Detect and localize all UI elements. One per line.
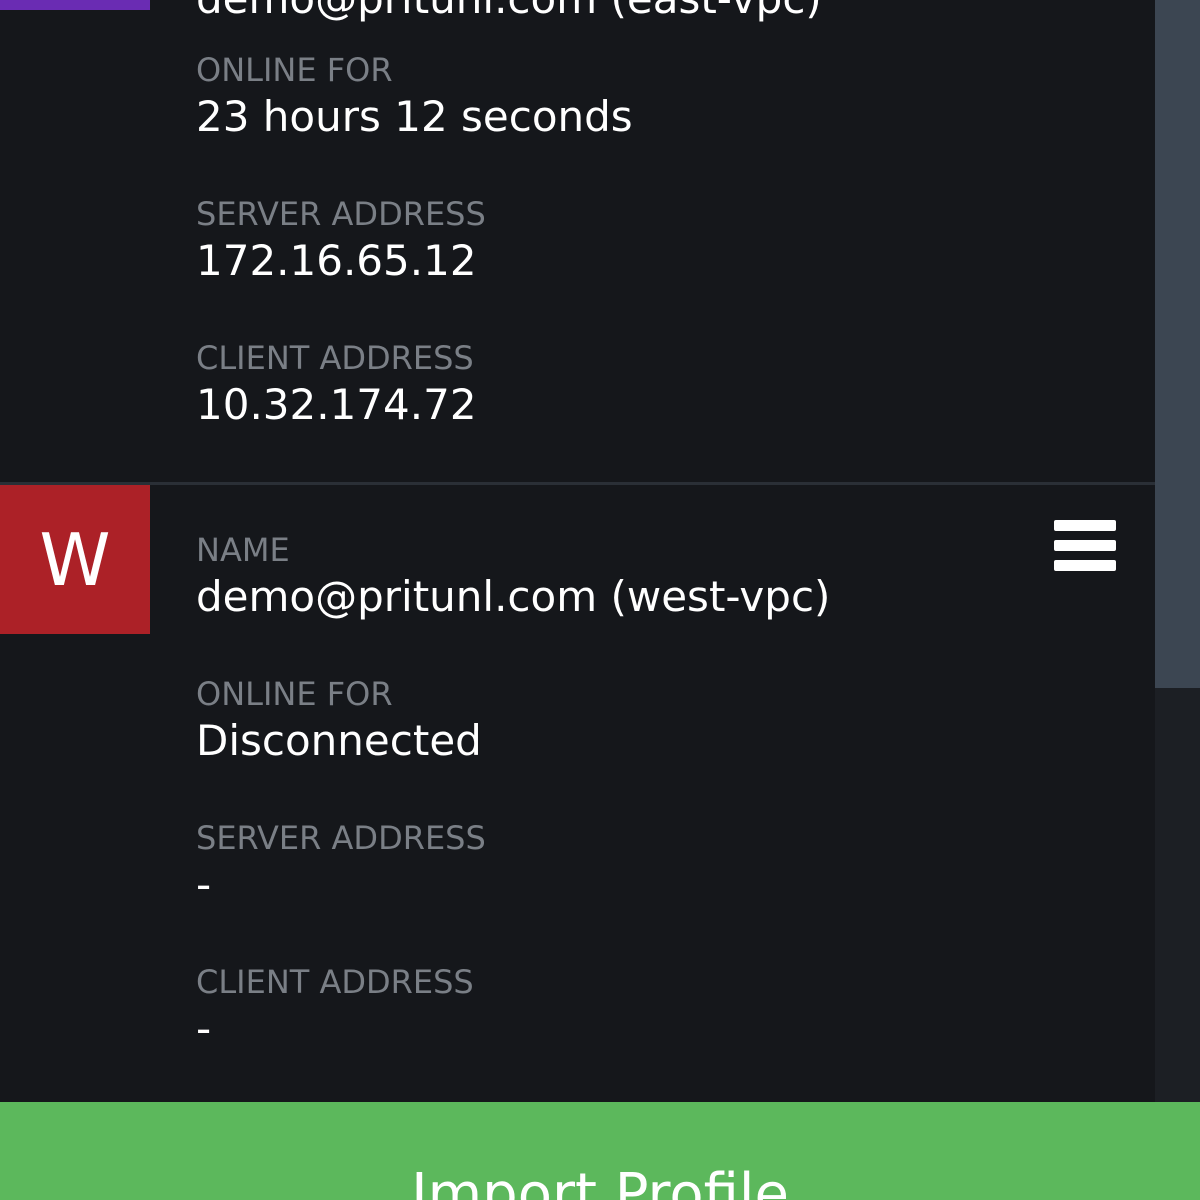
server-address-field: SERVER ADDRESS 172.16.65.12 <box>196 196 486 286</box>
profile-badge <box>0 0 150 10</box>
client-address-value: 10.32.174.72 <box>196 380 477 429</box>
online-for-label: ONLINE FOR <box>196 675 393 713</box>
server-address-field: SERVER ADDRESS - <box>196 820 486 910</box>
profile-name-value: demo@pritunl.com (east-vpc) <box>196 0 822 24</box>
profile-badge: W <box>0 485 150 634</box>
client-address-value: - <box>196 1004 212 1053</box>
online-for-field: ONLINE FOR Disconnected <box>196 676 482 766</box>
server-address-value: - <box>196 860 212 909</box>
server-address-value: 172.16.65.12 <box>196 236 477 285</box>
name-field: NAME demo@pritunl.com (west-vpc) <box>196 532 830 622</box>
client-address-label: CLIENT ADDRESS <box>196 339 474 377</box>
scrollbar[interactable] <box>1155 0 1200 1102</box>
name-value: demo@pritunl.com (west-vpc) <box>196 572 831 621</box>
server-address-label: SERVER ADDRESS <box>196 195 486 233</box>
client-address-field: CLIENT ADDRESS - <box>196 964 474 1054</box>
import-profile-label: Import Profile <box>411 1162 789 1200</box>
hamburger-menu-icon[interactable] <box>1052 518 1118 574</box>
name-label: NAME <box>196 531 290 569</box>
online-for-field: ONLINE FOR 23 hours 12 seconds <box>196 52 633 142</box>
import-profile-button[interactable]: Import Profile <box>0 1102 1200 1200</box>
online-for-label: ONLINE FOR <box>196 51 393 89</box>
online-for-value: 23 hours 12 seconds <box>196 92 633 141</box>
app-window: demo@pritunl.com (east-vpc) ONLINE FOR 2… <box>0 0 1200 1200</box>
profiles-list: demo@pritunl.com (east-vpc) ONLINE FOR 2… <box>0 0 1155 1102</box>
client-address-field: CLIENT ADDRESS 10.32.174.72 <box>196 340 477 430</box>
server-address-label: SERVER ADDRESS <box>196 819 486 857</box>
profile-divider <box>0 482 1155 485</box>
profile-badge-letter: W <box>39 517 111 602</box>
scrollbar-thumb[interactable] <box>1155 0 1200 688</box>
profile-menu-button[interactable] <box>1052 518 1118 574</box>
online-for-value: Disconnected <box>196 716 482 765</box>
client-address-label: CLIENT ADDRESS <box>196 963 474 1001</box>
